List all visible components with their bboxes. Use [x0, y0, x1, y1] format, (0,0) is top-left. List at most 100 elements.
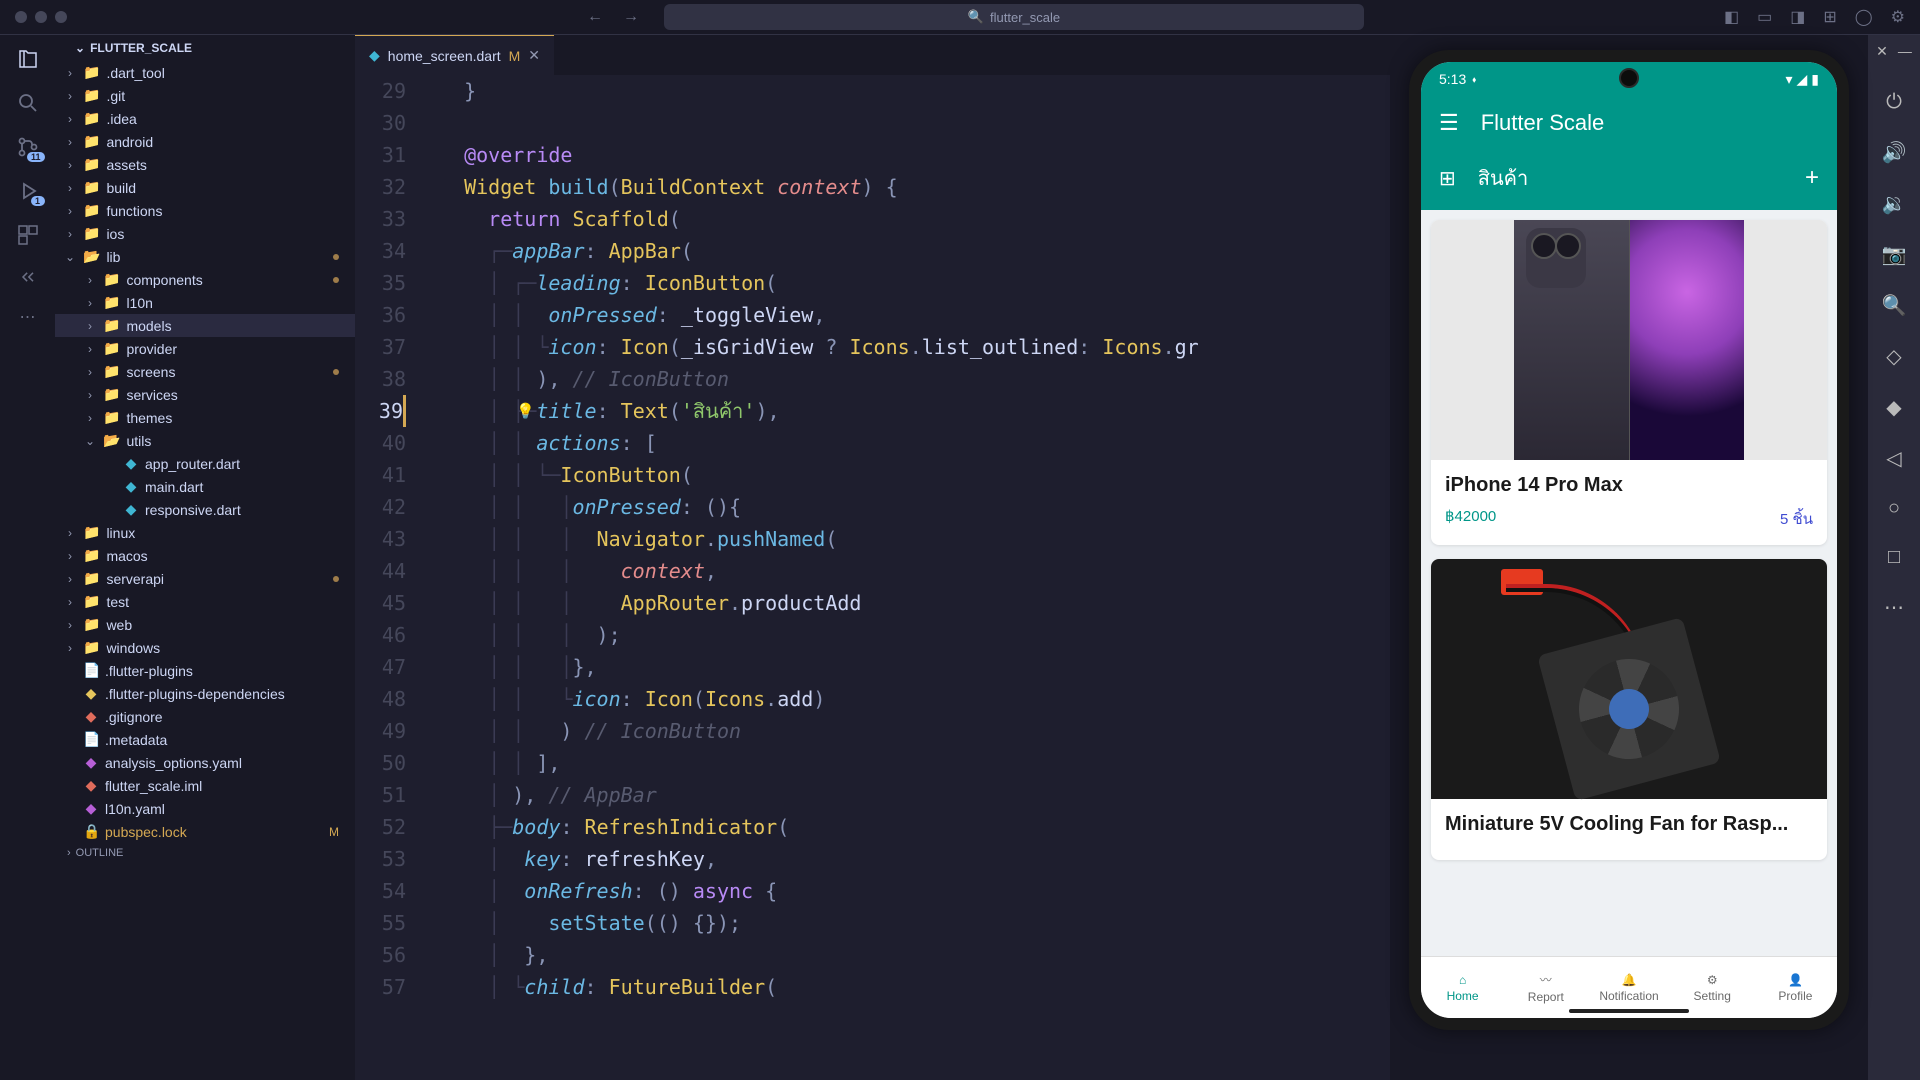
- file-l10n-yaml[interactable]: ◆l10n.yaml: [55, 797, 355, 820]
- file-main[interactable]: ◆main.dart: [55, 475, 355, 498]
- folder-ios[interactable]: ›📁ios: [55, 222, 355, 245]
- product-card[interactable]: iPhone 14 Pro Max ฿42000 5 ชิ้น: [1431, 220, 1827, 545]
- more-icon[interactable]: ⋯: [1884, 595, 1904, 620]
- phone-frame: 5:13 ⬪ ▾ ◢ ▮ ☰ Flutter Scale: [1409, 50, 1849, 1030]
- tab-home-screen[interactable]: ◆ home_screen.dart M ✕: [355, 35, 554, 75]
- layout-grid-icon[interactable]: ⊞: [1823, 7, 1836, 27]
- nav-home[interactable]: ⌂Home: [1421, 957, 1504, 1018]
- file-flutter-scale-iml[interactable]: ◆flutter_scale.iml: [55, 774, 355, 797]
- volume-up-icon[interactable]: 🔊: [1882, 140, 1907, 165]
- person-icon[interactable]: ◯: [1855, 7, 1873, 27]
- gear-icon[interactable]: ⚙: [1891, 7, 1905, 27]
- folder-linux[interactable]: ›📁linux: [55, 521, 355, 544]
- git-badge: 11: [27, 152, 45, 162]
- folder-dart-tool[interactable]: ›📁.dart_tool: [55, 61, 355, 84]
- folder-provider[interactable]: ›📁provider: [55, 337, 355, 360]
- folder-services[interactable]: ›📁services: [55, 383, 355, 406]
- power-icon[interactable]: ⏻: [1886, 91, 1902, 114]
- layout-bottom-icon[interactable]: ▭: [1757, 7, 1772, 27]
- layout-panel-icon[interactable]: ◧: [1724, 7, 1739, 27]
- folder-l10n[interactable]: ›📁l10n: [55, 291, 355, 314]
- folder-test[interactable]: ›📁test: [55, 590, 355, 613]
- tab-label: home_screen.dart: [388, 48, 501, 64]
- outline-section[interactable]: ›OUTLINE: [55, 843, 355, 863]
- file-metadata[interactable]: 📄.metadata: [55, 728, 355, 751]
- overview-icon[interactable]: □: [1888, 546, 1900, 569]
- folder-web[interactable]: ›📁web: [55, 613, 355, 636]
- folder-macos[interactable]: ›📁macos: [55, 544, 355, 567]
- editor: ◆ home_screen.dart M ✕ 29 30 31 32 33 34…: [355, 35, 1920, 1080]
- file-app-router[interactable]: ◆app_router.dart: [55, 452, 355, 475]
- folder-components[interactable]: ›📁components: [55, 268, 355, 291]
- rotate-right-icon[interactable]: ◆: [1886, 395, 1901, 420]
- folder-windows[interactable]: ›📁windows: [55, 636, 355, 659]
- camera-notch: [1619, 68, 1639, 88]
- nav-forward-icon[interactable]: →: [623, 8, 639, 26]
- search-activity-icon[interactable]: [16, 91, 40, 115]
- nav-back-icon[interactable]: ←: [587, 8, 603, 26]
- debug-icon[interactable]: 1: [16, 179, 40, 203]
- add-product-icon[interactable]: +: [1805, 164, 1819, 192]
- volume-down-icon[interactable]: 🔉: [1882, 191, 1907, 216]
- product-name: Miniature 5V Cooling Fan for Rasp...: [1445, 813, 1813, 836]
- folder-serverapi[interactable]: ›📁serverapi: [55, 567, 355, 590]
- app-subheader: ⊞ สินค้า +: [1421, 150, 1837, 210]
- product-name: iPhone 14 Pro Max: [1445, 474, 1813, 497]
- bell-icon: 🔔: [1622, 973, 1637, 987]
- extensions-icon[interactable]: [16, 223, 40, 247]
- window-controls[interactable]: [15, 11, 67, 23]
- file-gitignore[interactable]: ◆.gitignore: [55, 705, 355, 728]
- folder-lib[interactable]: ⌄📂lib: [55, 245, 355, 268]
- file-responsive[interactable]: ◆responsive.dart: [55, 498, 355, 521]
- emu-close-icon[interactable]: ✕: [1876, 43, 1888, 60]
- folder-android[interactable]: ›📁android: [55, 130, 355, 153]
- search-icon: 🔍: [968, 9, 984, 25]
- folder-themes[interactable]: ›📁themes: [55, 406, 355, 429]
- emulator-panel: 5:13 ⬪ ▾ ◢ ▮ ☰ Flutter Scale: [1390, 35, 1920, 1080]
- folder-git[interactable]: ›📁.git: [55, 84, 355, 107]
- folder-build[interactable]: ›📁build: [55, 176, 355, 199]
- explorer-icon[interactable]: [16, 47, 40, 71]
- folder-utils[interactable]: ⌄📂utils: [55, 429, 355, 452]
- home-icon: ⌂: [1459, 973, 1466, 987]
- file-explorer: ⌄FLUTTER_SCALE ›📁.dart_tool ›📁.git ›📁.id…: [55, 35, 355, 1080]
- folder-models[interactable]: ›📁models: [55, 314, 355, 337]
- app-bar: ☰ Flutter Scale: [1421, 96, 1837, 150]
- file-pubspec-lock[interactable]: 🔒pubspec.lockM: [55, 820, 355, 843]
- project-header[interactable]: ⌄FLUTTER_SCALE: [55, 35, 355, 61]
- camera-icon[interactable]: 📷: [1882, 242, 1907, 267]
- product-image: [1431, 559, 1827, 799]
- maximize-window[interactable]: [55, 11, 67, 23]
- file-analysis-options[interactable]: ◆analysis_options.yaml: [55, 751, 355, 774]
- command-search[interactable]: 🔍 flutter_scale: [664, 4, 1364, 30]
- home-indicator[interactable]: [1569, 1009, 1689, 1013]
- phone-screen[interactable]: 5:13 ⬪ ▾ ◢ ▮ ☰ Flutter Scale: [1421, 62, 1837, 1018]
- layout-right-icon[interactable]: ◨: [1790, 7, 1805, 27]
- grid-icon[interactable]: ⊞: [1439, 166, 1456, 191]
- back-icon[interactable]: ◁: [1886, 446, 1901, 471]
- lightbulb-icon[interactable]: 💡: [516, 395, 535, 427]
- battery-icon: ▮: [1811, 71, 1819, 88]
- git-icon[interactable]: 11: [16, 135, 40, 159]
- menu-icon[interactable]: ☰: [1439, 110, 1459, 136]
- more-icon[interactable]: ⋯: [20, 307, 36, 327]
- close-icon[interactable]: ✕: [528, 47, 540, 64]
- wifi-icon: ▾: [1785, 71, 1792, 88]
- rotate-left-icon[interactable]: ◇: [1886, 344, 1901, 369]
- folder-idea[interactable]: ›📁.idea: [55, 107, 355, 130]
- product-list[interactable]: iPhone 14 Pro Max ฿42000 5 ชิ้น: [1421, 210, 1837, 956]
- folder-assets[interactable]: ›📁assets: [55, 153, 355, 176]
- folder-functions[interactable]: ›📁functions: [55, 199, 355, 222]
- close-window[interactable]: [15, 11, 27, 23]
- file-flutter-plugins-deps[interactable]: ◆.flutter-plugins-dependencies: [55, 682, 355, 705]
- zoom-icon[interactable]: 🔍: [1882, 293, 1907, 318]
- folder-screens[interactable]: ›📁screens: [55, 360, 355, 383]
- product-card[interactable]: Miniature 5V Cooling Fan for Rasp...: [1431, 559, 1827, 860]
- collapse-icon[interactable]: [18, 267, 38, 287]
- minimize-window[interactable]: [35, 11, 47, 23]
- emu-minimize-icon[interactable]: —: [1898, 43, 1912, 60]
- activity-bar: 11 1 ⋯: [0, 35, 55, 1080]
- home-icon[interactable]: ○: [1888, 497, 1900, 520]
- nav-profile[interactable]: 👤Profile: [1754, 957, 1837, 1018]
- file-flutter-plugins[interactable]: 📄.flutter-plugins: [55, 659, 355, 682]
